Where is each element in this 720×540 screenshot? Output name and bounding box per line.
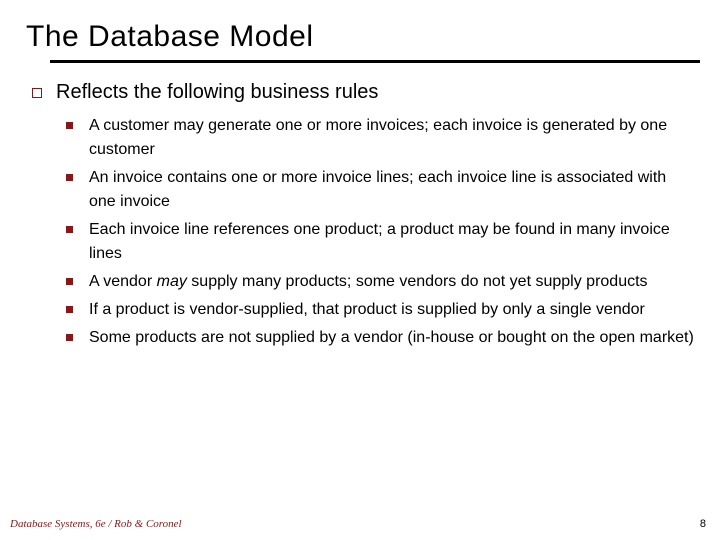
list-item-text-before: A vendor	[89, 273, 157, 290]
square-bullet-icon	[66, 334, 73, 341]
section-heading-row: Reflects the following business rules	[32, 81, 694, 104]
bullet-list: A customer may generate one or more invo…	[66, 114, 694, 350]
list-item: An invoice contains one or more invoice …	[66, 166, 694, 214]
list-item-text: If a product is vendor-supplied, that pr…	[89, 298, 645, 322]
page-number: 8	[700, 518, 706, 530]
square-bullet-icon	[66, 306, 73, 313]
list-item-text: A vendor may supply many products; some …	[89, 270, 648, 294]
list-item: Each invoice line references one product…	[66, 218, 694, 266]
list-item-emphasis: may	[157, 273, 187, 290]
square-bullet-icon	[66, 226, 73, 233]
section-heading: Reflects the following business rules	[56, 81, 378, 104]
list-item: Some products are not supplied by a vend…	[66, 326, 694, 350]
list-item: A customer may generate one or more invo…	[66, 114, 694, 162]
list-item-text: A customer may generate one or more invo…	[89, 114, 694, 162]
title-rule	[50, 60, 700, 63]
slide-title: The Database Model	[26, 20, 694, 54]
square-bullet-icon	[66, 122, 73, 129]
list-item: A vendor may supply many products; some …	[66, 270, 694, 294]
footer-text: Database Systems, 6e / Rob & Coronel	[10, 518, 182, 530]
square-bullet-icon	[66, 174, 73, 181]
list-item-text-after: supply many products; some vendors do no…	[187, 273, 648, 290]
square-bullet-open-icon	[32, 88, 42, 98]
list-item: If a product is vendor-supplied, that pr…	[66, 298, 694, 322]
square-bullet-icon	[66, 278, 73, 285]
list-item-text: Each invoice line references one product…	[89, 218, 694, 266]
list-item-text: Some products are not supplied by a vend…	[89, 326, 694, 350]
list-item-text: An invoice contains one or more invoice …	[89, 166, 694, 214]
slide: The Database Model Reflects the followin…	[0, 0, 720, 540]
